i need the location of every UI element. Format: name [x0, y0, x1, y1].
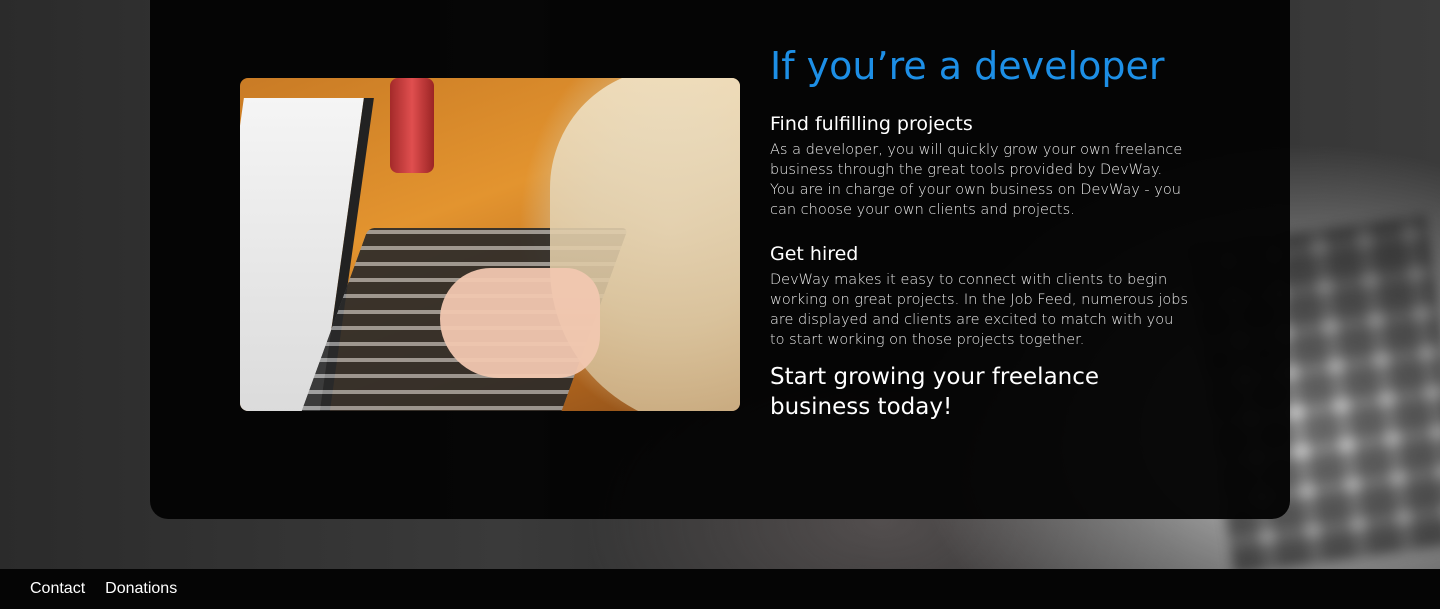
- block-title-hired: Get hired: [770, 243, 859, 265]
- footer-link-donations[interactable]: Donations: [105, 580, 177, 598]
- block-text-hired: DevWay makes it easy to connect with cli…: [770, 272, 1189, 348]
- call-to-action: Start growing your freelance business to…: [770, 364, 1100, 420]
- section-headline: If you’re a developer: [770, 44, 1165, 88]
- developer-laptop-photo: [240, 78, 740, 411]
- footer-nav: Contact Donations: [0, 569, 1440, 609]
- developer-content: If you’re a developer Find fulfilling pr…: [770, 40, 1190, 422]
- footer-link-contact[interactable]: Contact: [30, 580, 85, 598]
- block-text-projects: As a developer, you will quickly grow yo…: [770, 142, 1183, 218]
- block-title-projects: Find fulfilling projects: [770, 113, 973, 135]
- hand-graphic: [440, 268, 600, 378]
- soda-can-graphic: [390, 78, 434, 173]
